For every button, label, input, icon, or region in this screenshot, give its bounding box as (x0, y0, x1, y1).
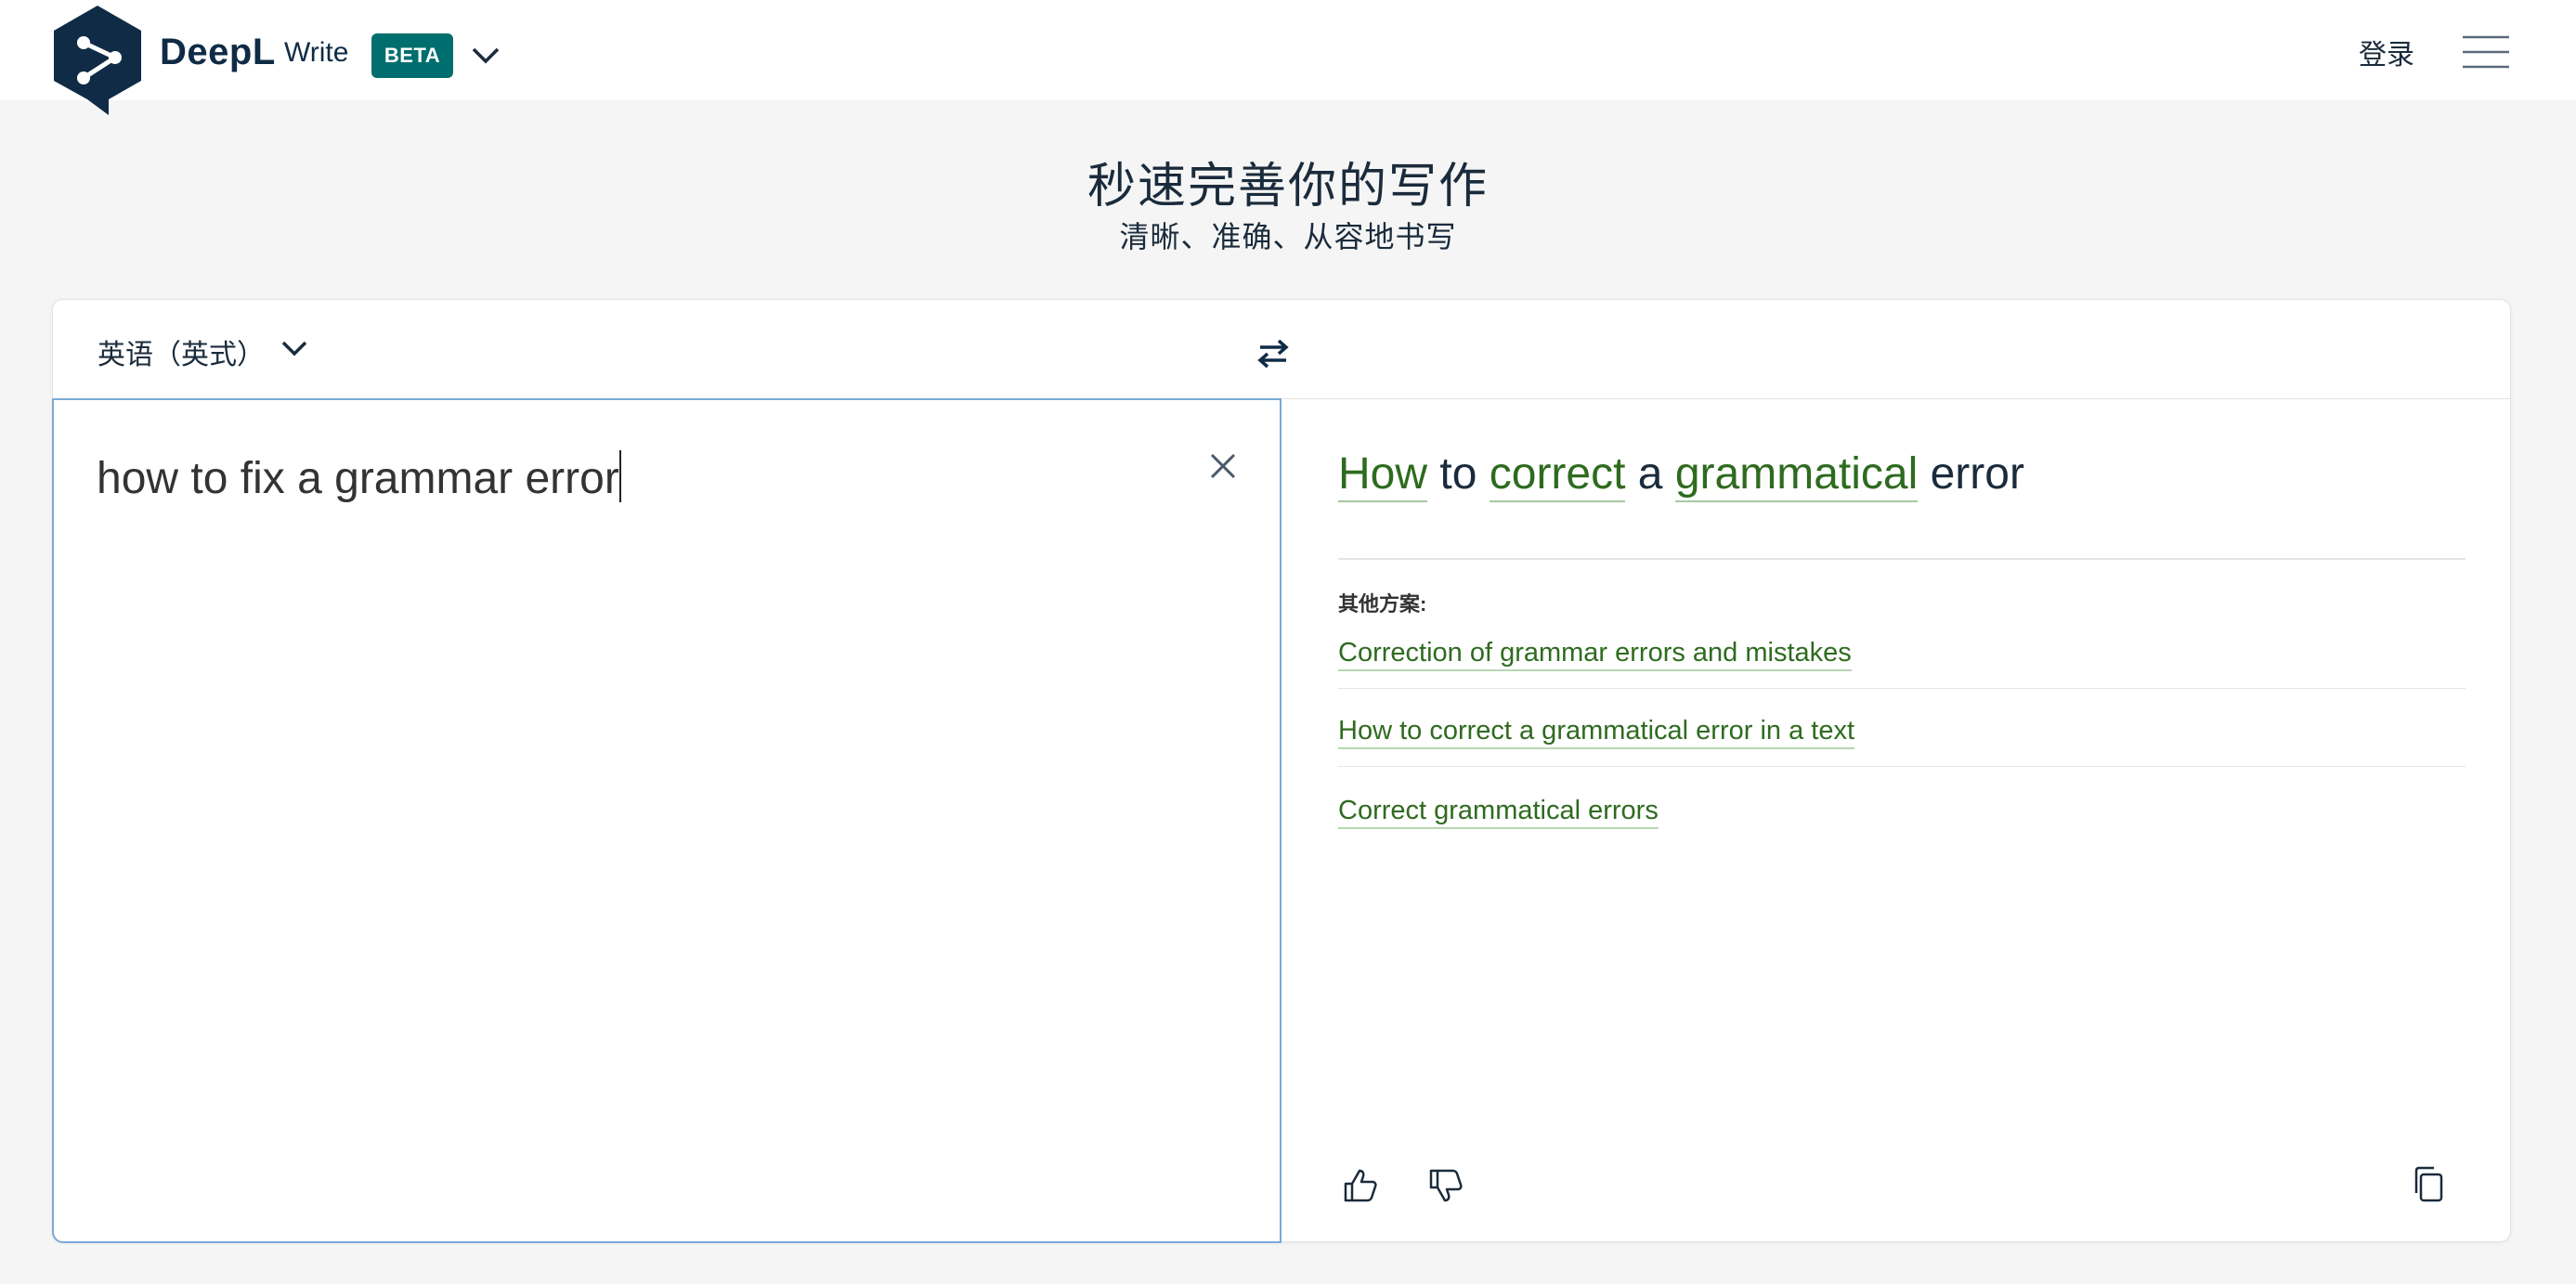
input-text[interactable]: how to fix a grammar error (97, 450, 621, 504)
deepl-logo-icon[interactable] (50, 4, 145, 117)
divider (1338, 558, 2465, 560)
page-title: 秒速完善你的写作 (1086, 160, 1489, 214)
alternative-text: How to correct a grammatical error in a … (1338, 716, 1855, 749)
input-textarea[interactable]: how to fix a grammar error (52, 398, 1281, 1243)
product-name: Write (284, 37, 349, 68)
copy-icon[interactable] (2410, 1165, 2447, 1204)
chevron-down-icon[interactable] (468, 37, 503, 72)
brand-name: DeepL (160, 32, 276, 72)
word: a (1637, 449, 1663, 499)
language-bar: 英语（英式） (53, 300, 2510, 399)
login-link[interactable]: 登录 (2359, 32, 2414, 72)
thumbs-up-icon[interactable] (1342, 1167, 1379, 1204)
changed-word[interactable]: How (1338, 449, 1428, 502)
alternative-1[interactable]: Correction of grammar errors and mistake… (1338, 638, 2465, 671)
close-icon[interactable] (1205, 448, 1241, 484)
output-pane: How to correct a grammatical error 其他方案:… (1281, 398, 2510, 1239)
word: error (1930, 449, 2024, 499)
page-subtitle: 清晰、准确、从容地书写 (1119, 220, 1457, 253)
language-selector[interactable]: 英语（英式） (98, 331, 265, 372)
write-card: 英语（英式） how to fix a grammar error How to… (52, 299, 2511, 1243)
input-text-value: how to fix a grammar error (97, 454, 619, 503)
word: to (1439, 449, 1477, 499)
changed-word[interactable]: correct (1489, 449, 1626, 502)
thumbs-down-icon[interactable] (1427, 1167, 1464, 1204)
alternatives-label: 其他方案: (1338, 592, 1427, 616)
hamburger-menu-icon[interactable] (2463, 35, 2509, 69)
top-header: DeepL Write BETA 登录 (0, 0, 2576, 115)
text-cursor (618, 450, 621, 502)
divider (1338, 766, 2465, 767)
divider (1338, 688, 2465, 689)
alternative-text: Correct grammatical errors (1338, 796, 1659, 829)
alternative-3[interactable]: Correct grammatical errors (1338, 796, 2465, 829)
improved-text[interactable]: How to correct a grammatical error (1338, 448, 2024, 502)
changed-word[interactable]: grammatical (1674, 449, 1919, 502)
beta-badge: BETA (371, 33, 453, 78)
alternative-2[interactable]: How to correct a grammatical error in a … (1338, 716, 2465, 749)
alternative-text: Correction of grammar errors and mistake… (1338, 638, 1852, 671)
chevron-down-icon[interactable] (278, 331, 311, 365)
swap-arrows-icon[interactable] (1256, 337, 1290, 370)
